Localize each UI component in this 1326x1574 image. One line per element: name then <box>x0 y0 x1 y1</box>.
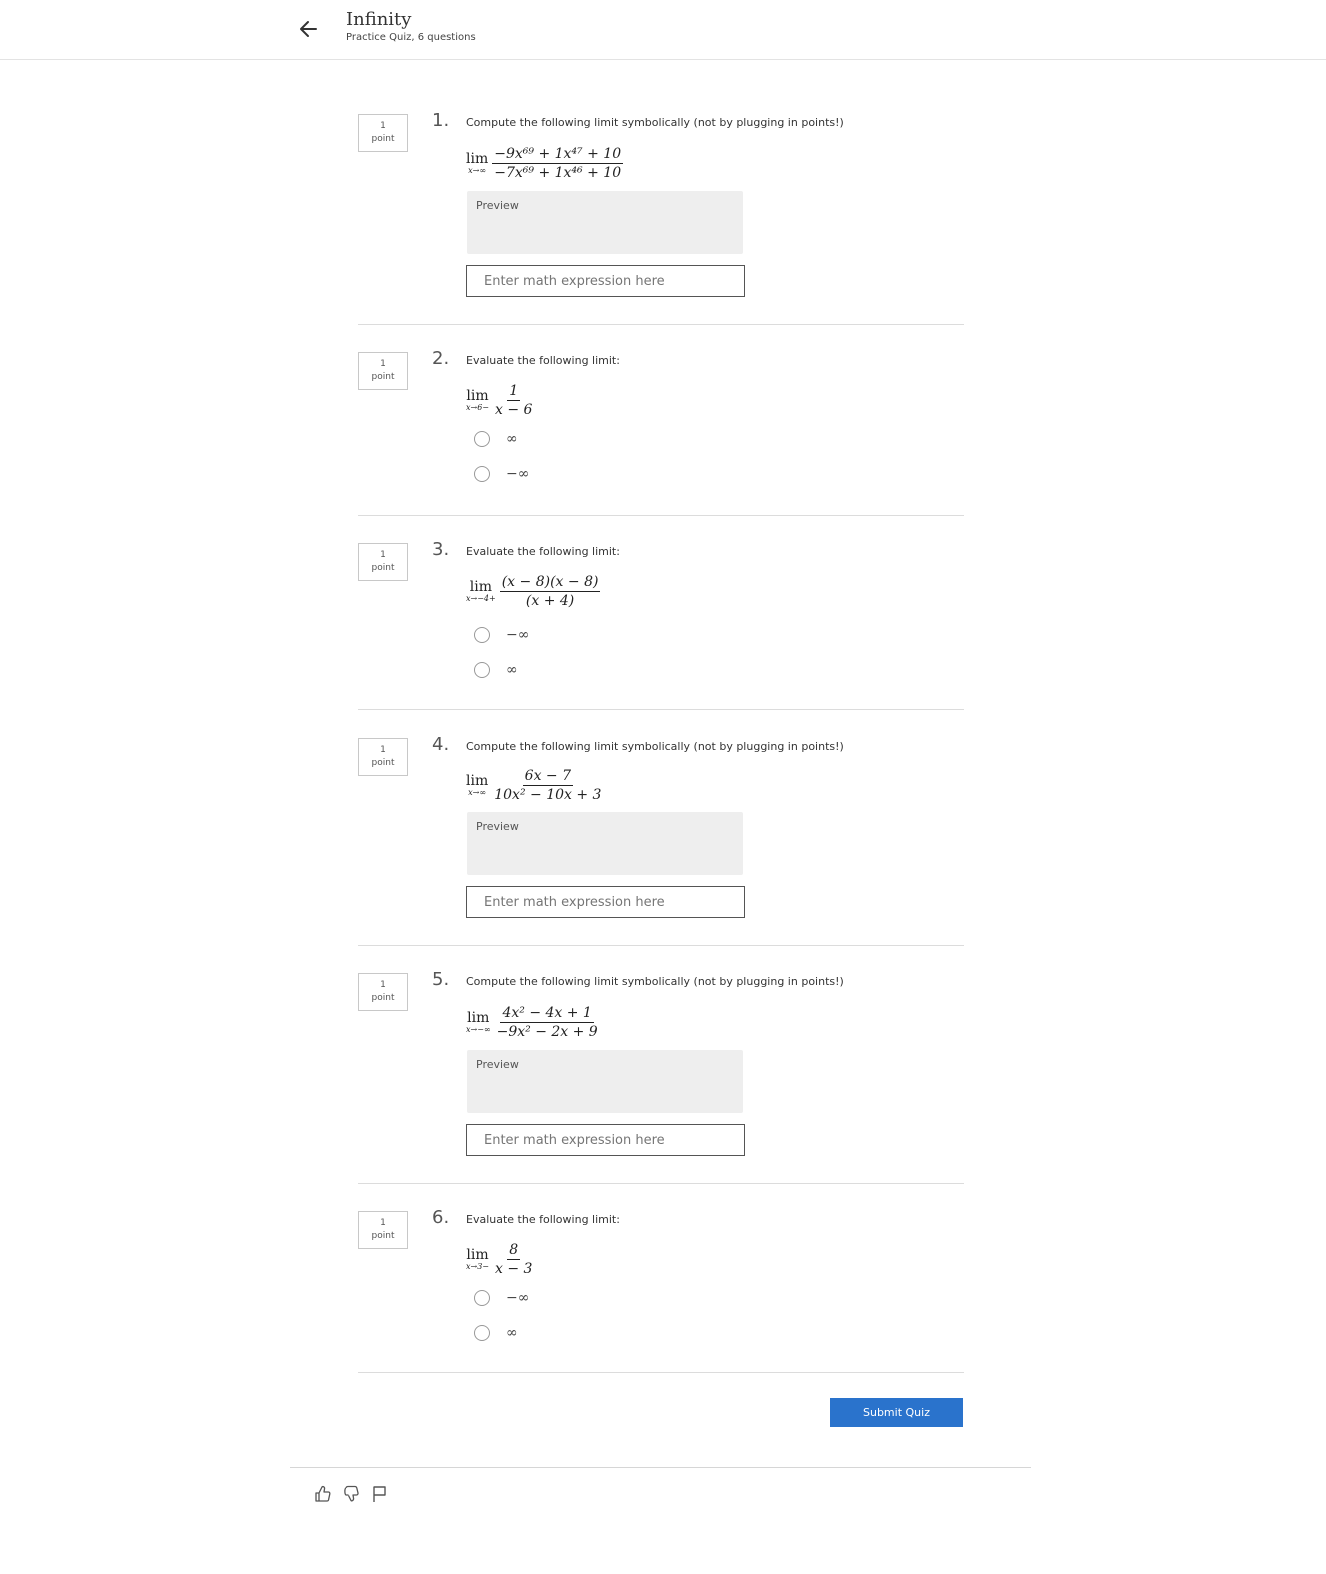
divider <box>358 324 964 325</box>
divider <box>358 945 964 946</box>
points-badge: 1 point <box>358 973 408 1011</box>
radio-button[interactable] <box>474 1290 490 1306</box>
radio-button[interactable] <box>474 431 490 447</box>
limit-expression: lim x→6− 1x − 6 <box>466 383 533 418</box>
denominator: x − 6 <box>495 402 533 418</box>
limit-expression: lim x→3− 8x − 3 <box>466 1242 533 1277</box>
radio-button[interactable] <box>474 1325 490 1341</box>
answer-option[interactable]: −∞ <box>474 1290 529 1306</box>
answer-option[interactable]: −∞ <box>474 466 529 482</box>
question-prompt: Compute the following limit symbolically… <box>466 116 844 129</box>
limit-expression: lim x→−4+ (x − 8)(x − 8) (x + 4) <box>466 574 601 609</box>
radio-button[interactable] <box>474 662 490 678</box>
question-prompt: Evaluate the following limit: <box>466 545 620 558</box>
preview-box: Preview <box>467 1050 743 1113</box>
option-label: −∞ <box>506 1290 530 1306</box>
answer-option[interactable]: ∞ <box>474 662 518 678</box>
math-expression-input[interactable] <box>466 886 745 918</box>
answer-option[interactable]: ∞ <box>474 1325 518 1341</box>
option-label: ∞ <box>506 1325 518 1341</box>
submit-quiz-button[interactable]: Submit Quiz <box>830 1398 963 1427</box>
points-badge: 1 point <box>358 738 408 776</box>
question-number: 4. <box>432 734 450 755</box>
denominator: −9x² − 2x + 9 <box>496 1024 598 1040</box>
limit-expression: lim x→∞ 6x − 7 10x² − 10x + 3 <box>466 768 602 803</box>
preview-label: Preview <box>476 1058 519 1071</box>
divider <box>358 709 964 710</box>
quiz-subtitle: Practice Quiz, 6 questions <box>346 32 476 43</box>
thumbs-down-icon[interactable] <box>342 1484 362 1504</box>
numerator: 6x − 7 <box>522 768 573 786</box>
preview-label: Preview <box>476 820 519 833</box>
limit-expression: lim x→∞ −9x⁶⁹ + 1x⁴⁷ + 10 −7x⁶⁹ + 1x⁴⁶ + 1… <box>466 146 624 181</box>
points-badge: 1 point <box>358 352 408 390</box>
numerator: 4x² − 4x + 1 <box>500 1005 594 1023</box>
quiz-title: Infinity <box>346 9 412 30</box>
question-number: 2. <box>432 348 450 369</box>
points-badge: 1 point <box>358 114 408 152</box>
divider <box>358 515 964 516</box>
numerator: 1 <box>507 383 521 401</box>
numerator: −9x⁶⁹ + 1x⁴⁷ + 10 <box>492 146 624 164</box>
radio-button[interactable] <box>474 466 490 482</box>
question-number: 5. <box>432 969 450 990</box>
question-prompt: Evaluate the following limit: <box>466 354 620 367</box>
question-prompt: Evaluate the following limit: <box>466 1213 620 1226</box>
answer-option[interactable]: ∞ <box>474 431 518 447</box>
question-number: 6. <box>432 1207 450 1228</box>
math-expression-input[interactable] <box>466 1124 745 1156</box>
denominator: (x + 4) <box>525 593 575 609</box>
divider <box>358 1183 964 1184</box>
question-number: 3. <box>432 539 450 560</box>
denominator: −7x⁶⁹ + 1x⁴⁶ + 10 <box>494 165 622 181</box>
preview-box: Preview <box>467 812 743 875</box>
radio-button[interactable] <box>474 627 490 643</box>
numerator: 8 <box>507 1242 521 1260</box>
flag-icon[interactable] <box>370 1484 390 1504</box>
preview-box: Preview <box>467 191 743 254</box>
back-arrow-icon[interactable] <box>296 16 322 42</box>
question-prompt: Compute the following limit symbolically… <box>466 975 844 988</box>
points-badge: 1 point <box>358 543 408 581</box>
points-badge: 1 point <box>358 1211 408 1249</box>
option-label: ∞ <box>506 431 518 447</box>
option-label: −∞ <box>506 627 530 643</box>
option-label: −∞ <box>506 466 530 482</box>
thumbs-up-icon[interactable] <box>313 1484 333 1504</box>
footer-divider <box>290 1467 1031 1468</box>
question-number: 1. <box>432 110 450 131</box>
question-prompt: Compute the following limit symbolically… <box>466 740 844 753</box>
math-expression-input[interactable] <box>466 265 745 297</box>
denominator: 10x² − 10x + 3 <box>494 787 602 803</box>
page-header: Infinity Practice Quiz, 6 questions <box>0 0 1326 60</box>
limit-expression: lim x→−∞ 4x² − 4x + 1 −9x² − 2x + 9 <box>466 1005 598 1040</box>
denominator: x − 3 <box>495 1261 533 1277</box>
answer-option[interactable]: −∞ <box>474 627 529 643</box>
numerator: (x − 8)(x − 8) <box>499 574 601 592</box>
divider <box>358 1372 964 1373</box>
option-label: ∞ <box>506 662 518 678</box>
preview-label: Preview <box>476 199 519 212</box>
